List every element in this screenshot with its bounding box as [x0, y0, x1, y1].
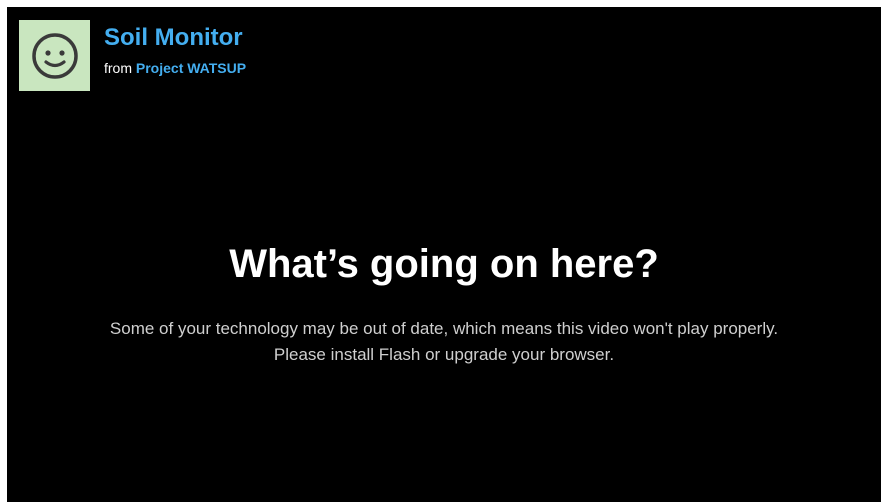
smiley-face-icon [31, 32, 78, 79]
from-prefix: from [104, 60, 132, 76]
message-title: What’s going on here? [229, 242, 659, 286]
avatar[interactable] [19, 20, 90, 91]
from-line: from Project WATSUP [104, 60, 246, 76]
channel-link[interactable]: Project WATSUP [136, 60, 246, 76]
message-body: Some of your technology may be out of da… [109, 319, 779, 364]
video-player: Soil Monitor from Project WATSUP What’s … [7, 7, 881, 502]
video-header: Soil Monitor from Project WATSUP [19, 20, 246, 91]
byline: Soil Monitor from Project WATSUP [104, 24, 246, 76]
outdated-technology-message: What’s going on here? Some of your techn… [7, 240, 881, 368]
video-title-link[interactable]: Soil Monitor [104, 24, 246, 52]
